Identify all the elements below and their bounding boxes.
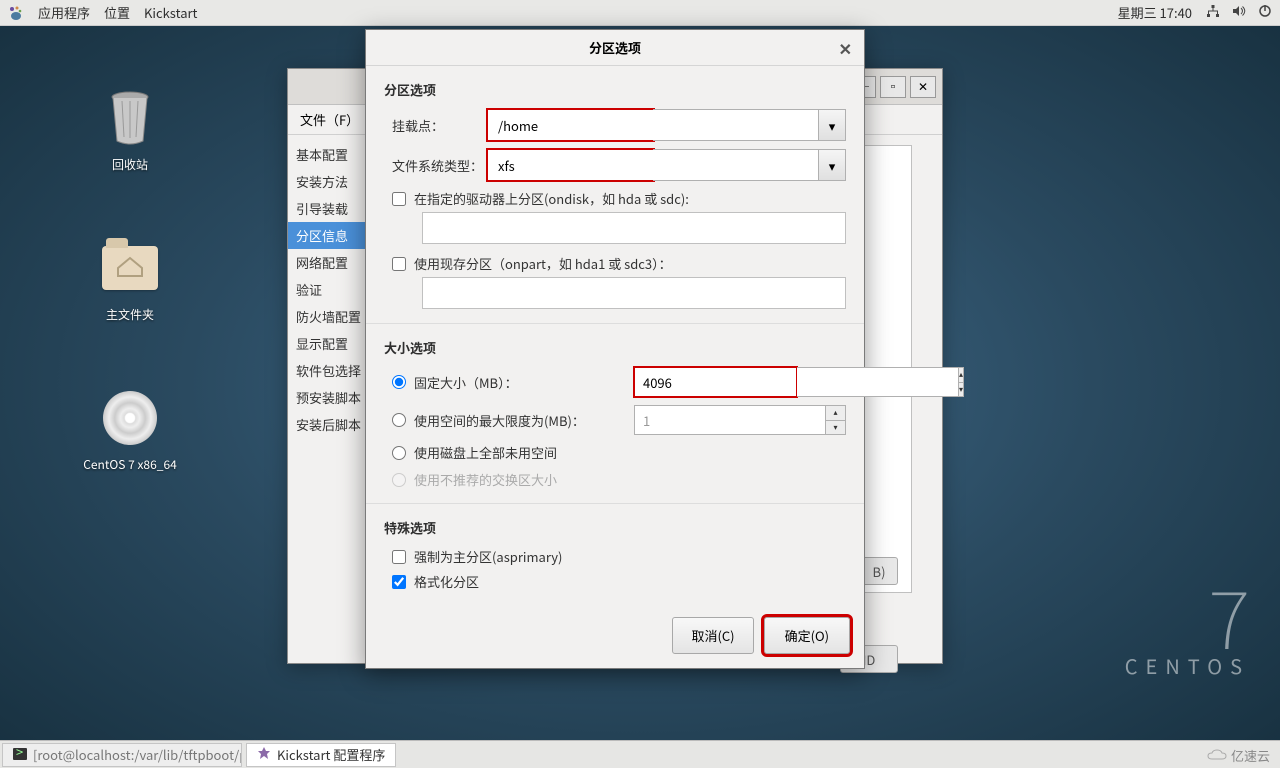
section-size: 大小选项 <box>384 338 846 357</box>
spin-down-icon[interactable]: ▾ <box>826 420 846 436</box>
format-label: 格式化分区 <box>414 572 479 591</box>
ondisk-input[interactable] <box>422 212 846 244</box>
mount-dropdown-button[interactable]: ▾ <box>818 109 846 141</box>
dialog-title-text: 分区选项 <box>589 38 641 57</box>
close-button[interactable]: ✕ <box>910 76 936 98</box>
fixed-size-input-ext[interactable] <box>797 367 959 397</box>
mount-input[interactable] <box>487 109 654 141</box>
fs-dropdown-button[interactable]: ▾ <box>818 149 846 181</box>
sidebar-item-0[interactable]: 基本配置 <box>288 141 369 168</box>
max-size-label: 使用空间的最大限度为(MB)： <box>414 411 585 430</box>
fs-input[interactable] <box>487 149 654 181</box>
volume-icon[interactable] <box>1232 3 1246 22</box>
centos-wallpaper-text: 7 CENTOS <box>1125 579 1250 680</box>
svg-text:>: > <box>16 748 23 760</box>
sidebar-item-2[interactable]: 引导装载 <box>288 195 369 222</box>
terminal-icon: > <box>13 745 27 764</box>
maximize-button[interactable]: ▫ <box>880 76 906 98</box>
fixed-size-radio[interactable] <box>392 375 406 389</box>
asprimary-label: 强制为主分区(asprimary) <box>414 547 562 566</box>
spin-up-icon[interactable]: ▴ <box>959 367 964 382</box>
sidebar-item-10[interactable]: 安装后脚本 <box>288 411 369 438</box>
sidebar-item-4[interactable]: 网络配置 <box>288 249 369 276</box>
format-checkbox[interactable] <box>392 575 406 589</box>
section-special: 特殊选项 <box>384 518 846 537</box>
onpart-checkbox[interactable] <box>392 257 406 271</box>
kickstart-icon <box>257 745 271 764</box>
watermark: 亿速云 <box>1207 746 1270 765</box>
home-label: 主文件夹 <box>70 306 190 323</box>
bottom-taskbar: > [root@localhost:/var/lib/tftpboot/p… K… <box>0 740 1280 768</box>
top-panel: 应用程序 位置 Kickstart 星期三 17:40 <box>0 0 1280 26</box>
ondisk-checkbox[interactable] <box>392 192 406 206</box>
ondisk-label: 在指定的驱动器上分区(ondisk，如 hda 或 sdc): <box>414 189 689 208</box>
home-folder-icon[interactable]: 主文件夹 <box>70 236 190 323</box>
mount-combo-highlight <box>487 109 654 141</box>
gnome-foot-icon <box>8 5 24 21</box>
partition-options-dialog: 分区选项 ✕ 分区选项 挂载点： ▾ 文件系统类型： <box>365 29 865 669</box>
cancel-button[interactable]: 取消(C) <box>672 617 753 654</box>
fill-radio[interactable] <box>392 446 406 460</box>
sidebar-item-9[interactable]: 预安装脚本 <box>288 384 369 411</box>
spin-up-icon[interactable]: ▴ <box>826 405 846 420</box>
fixed-size-label: 固定大小（MB）： <box>414 373 518 392</box>
sidebar-item-3[interactable]: 分区信息 <box>288 222 369 249</box>
clock[interactable]: 星期三 17:40 <box>1118 3 1192 22</box>
fill-label: 使用磁盘上全部未用空间 <box>414 443 557 462</box>
menu-appname[interactable]: Kickstart <box>144 3 197 22</box>
dialog-titlebar: 分区选项 ✕ <box>366 30 864 66</box>
system-tray <box>1206 3 1272 22</box>
power-icon[interactable] <box>1258 3 1272 22</box>
max-size-input[interactable] <box>634 405 826 435</box>
sidebar-item-5[interactable]: 验证 <box>288 276 369 303</box>
swap-radio <box>392 473 406 487</box>
ok-button[interactable]: 确定(O) <box>764 617 850 654</box>
menu-places[interactable]: 位置 <box>104 3 130 22</box>
network-icon[interactable] <box>1206 3 1220 22</box>
mount-label: 挂载点： <box>392 116 487 135</box>
fs-combo-highlight <box>487 149 654 181</box>
fixed-size-input[interactable] <box>634 367 797 397</box>
close-icon[interactable]: ✕ <box>839 36 852 60</box>
disc-icon[interactable]: CentOS 7 x86_64 <box>70 386 190 473</box>
spin-down-icon[interactable]: ▾ <box>959 382 964 398</box>
section-partition: 分区选项 <box>384 80 846 99</box>
taskbar-item-kickstart[interactable]: Kickstart 配置程序 <box>246 743 396 767</box>
fs-label: 文件系统类型： <box>392 156 487 175</box>
trash-icon[interactable]: 回收站 <box>70 86 190 173</box>
bg-button-1[interactable]: B) <box>860 557 898 585</box>
menu-applications[interactable]: 应用程序 <box>38 3 90 22</box>
sidebar-item-6[interactable]: 防火墙配置 <box>288 303 369 330</box>
fs-input-ext[interactable] <box>653 149 818 181</box>
asprimary-checkbox[interactable] <box>392 550 406 564</box>
onpart-input[interactable] <box>422 277 846 309</box>
sidebar-item-7[interactable]: 显示配置 <box>288 330 369 357</box>
swap-label: 使用不推荐的交换区大小 <box>414 470 557 489</box>
config-sidebar: 基本配置安装方法引导装载分区信息网络配置验证防火墙配置显示配置软件包选择预安装脚… <box>288 135 370 663</box>
max-size-radio[interactable] <box>392 413 406 427</box>
disc-label: CentOS 7 x86_64 <box>70 456 190 473</box>
sidebar-item-8[interactable]: 软件包选择 <box>288 357 369 384</box>
mount-input-ext[interactable] <box>653 109 818 141</box>
menu-file[interactable]: 文件（F） <box>300 110 359 129</box>
sidebar-item-1[interactable]: 安装方法 <box>288 168 369 195</box>
trash-label: 回收站 <box>70 156 190 173</box>
taskbar-item-terminal[interactable]: > [root@localhost:/var/lib/tftpboot/p… <box>2 743 242 767</box>
onpart-label: 使用现存分区（onpart，如 hda1 或 sdc3）： <box>414 254 672 273</box>
